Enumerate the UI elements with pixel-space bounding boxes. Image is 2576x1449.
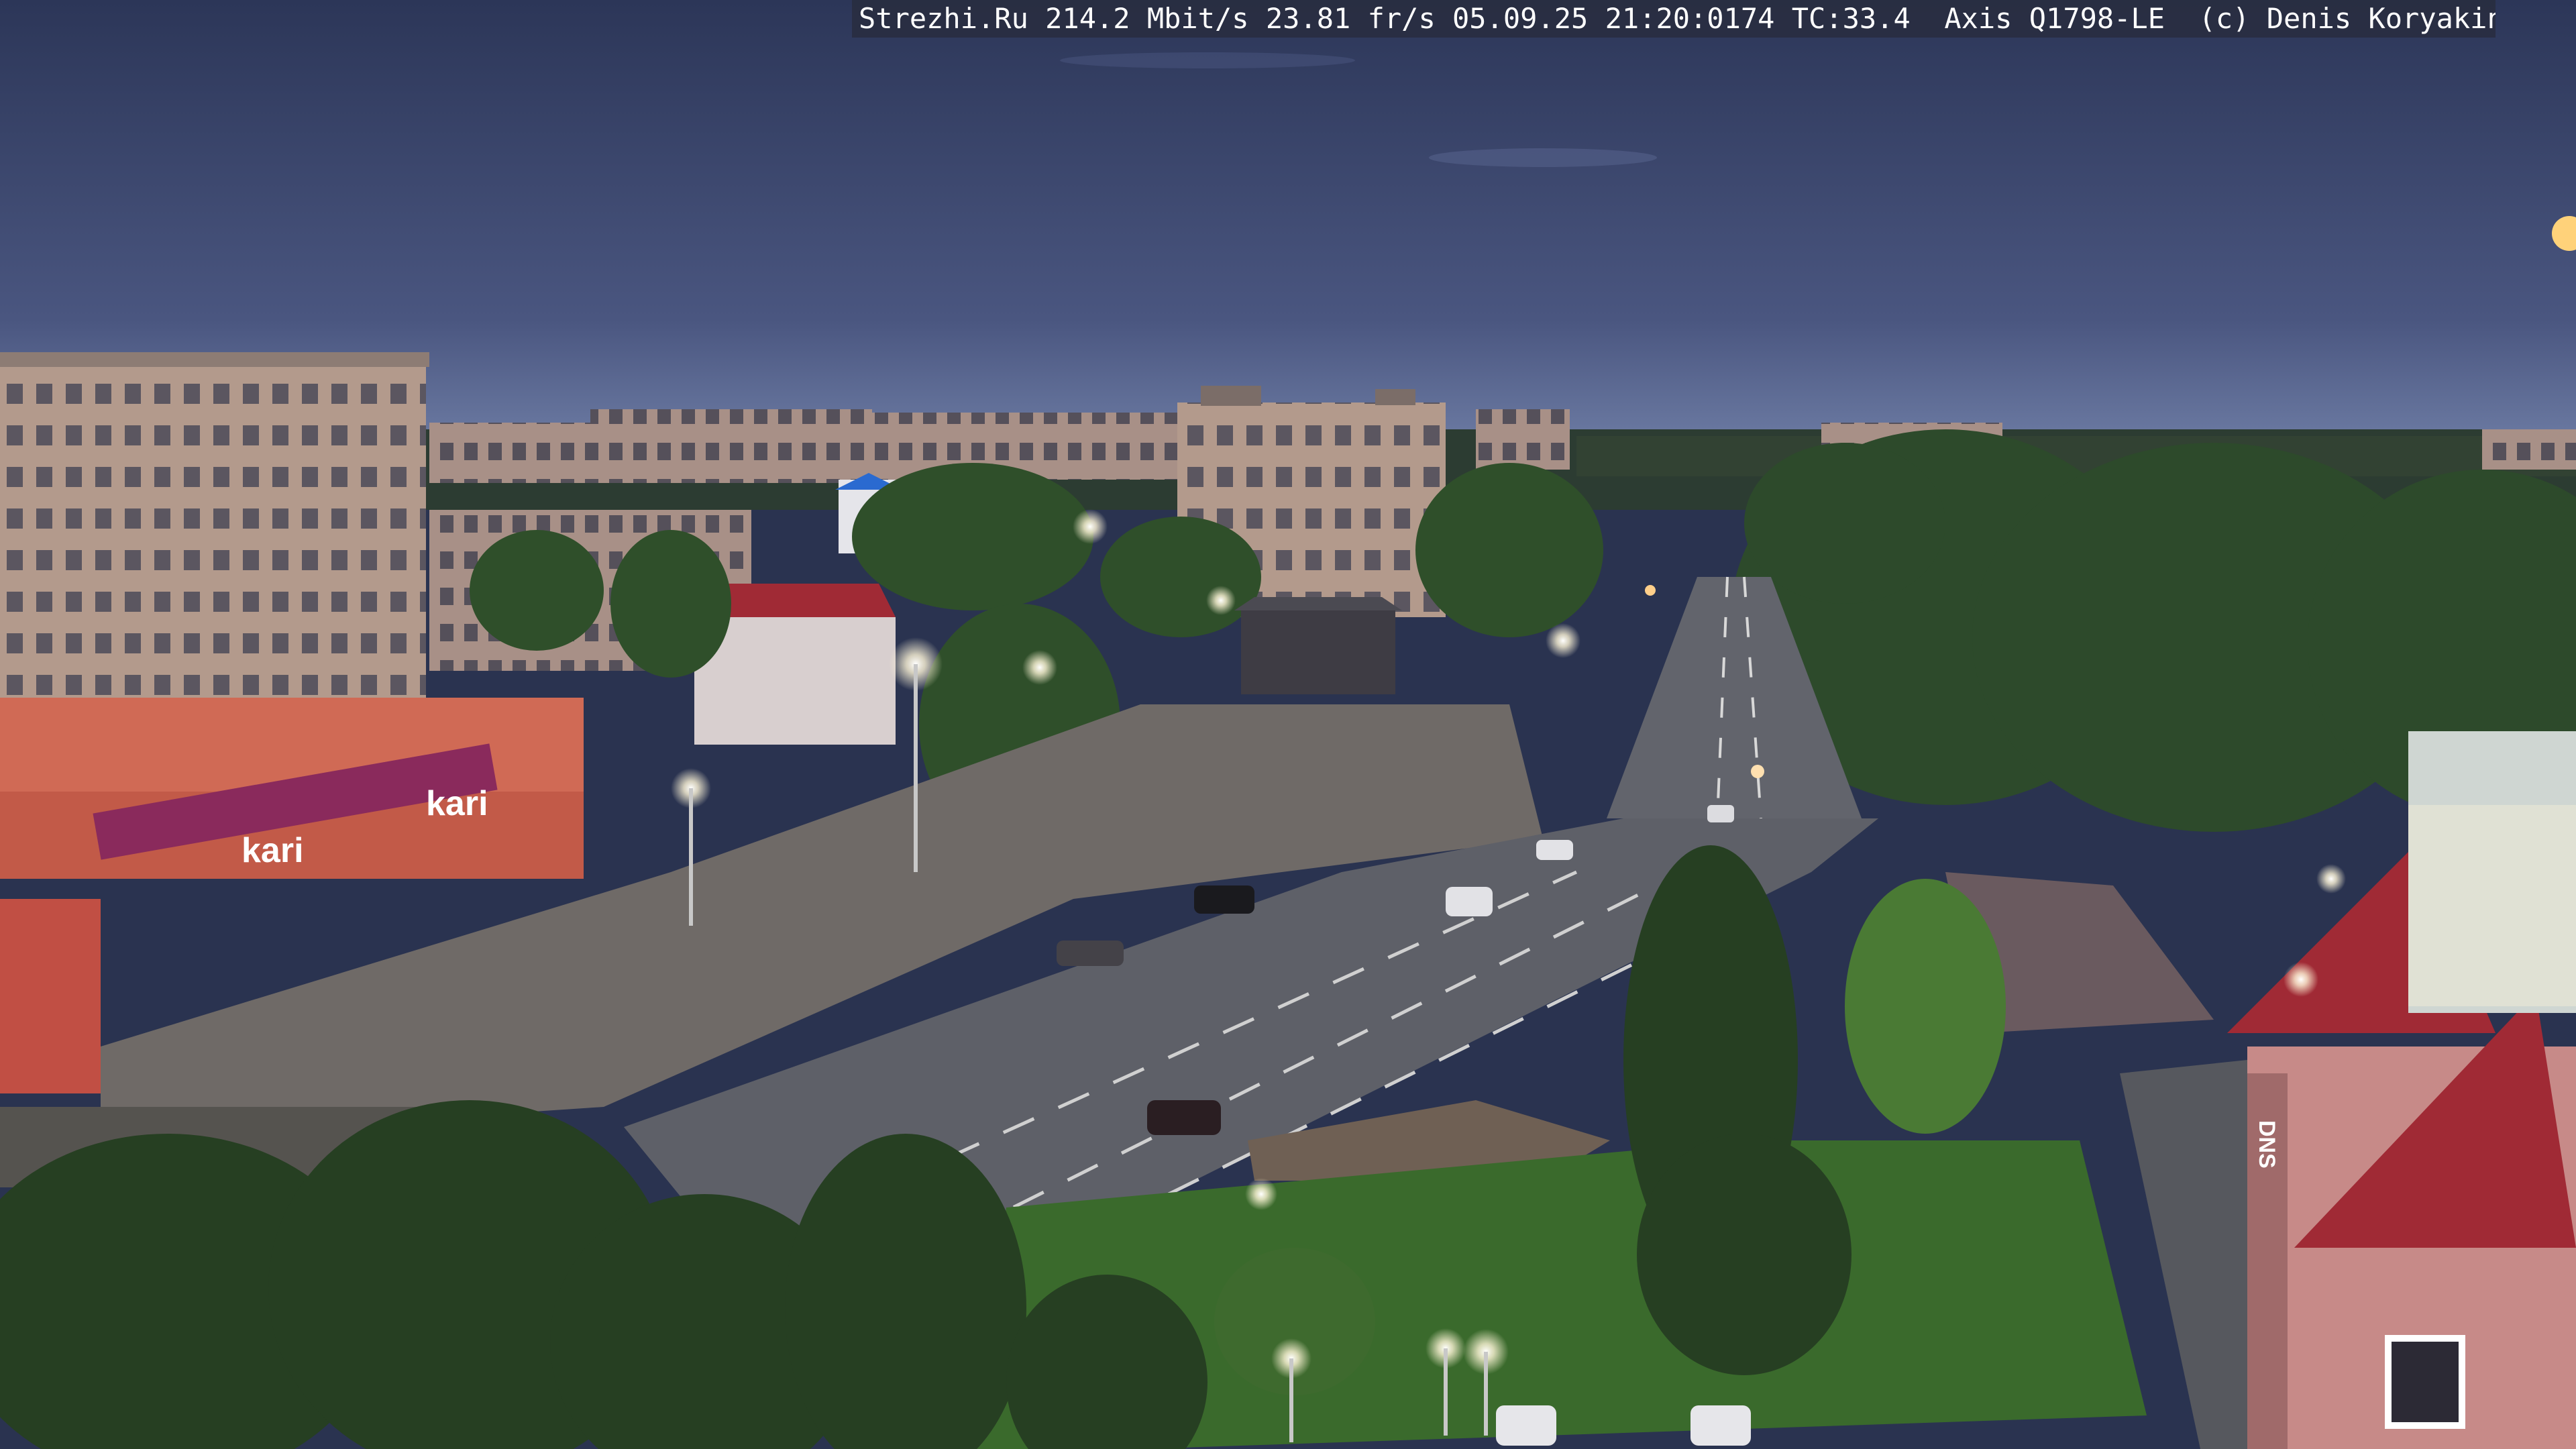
dns-sign: DNS: [2254, 1120, 2279, 1169]
store-sign-kari-2: kari: [426, 784, 488, 823]
store-sign-kari-1: kari: [241, 831, 304, 870]
outdoor-stage: [1241, 607, 1395, 694]
webcam-scene: kari kari DNS: [0, 0, 2576, 1449]
camera-osd-caption: Strezhi.Ru 214.2 Mbit/s 23.81 fr/s 05.09…: [852, 0, 2496, 38]
